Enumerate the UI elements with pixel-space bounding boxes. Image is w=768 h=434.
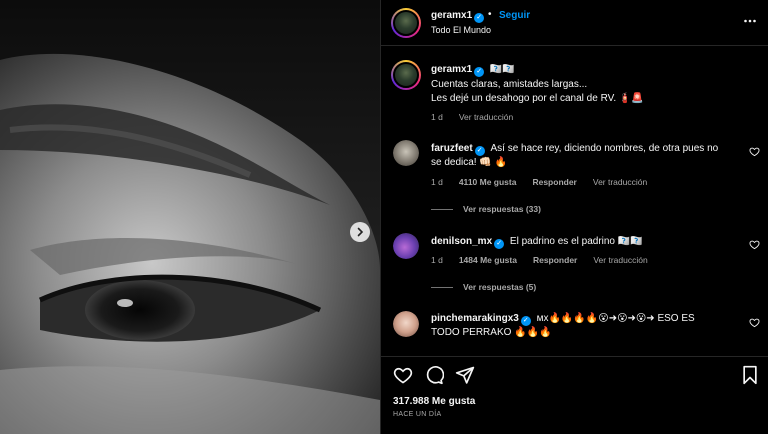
translate-link[interactable]: Ver traducción	[593, 177, 647, 187]
comment-pinchemarakingx3: pinchemarakingx3 ✓ ᴍx🔥🔥🔥🔥😮➜😮➜😮➜ ESO ES	[431, 312, 743, 326]
comment-avatar-faruzfeet[interactable]	[393, 140, 419, 166]
comment-icon[interactable]	[424, 365, 444, 385]
comment-text-continued: TODO PERRAKO 🔥🔥🔥	[431, 327, 552, 338]
comment-text: ᴍx🔥🔥🔥🔥😮➜😮➜😮➜ ESO ES	[536, 313, 695, 324]
comment-username[interactable]: faruzfeet	[431, 143, 473, 154]
verified-badge-icon: ✓	[474, 67, 485, 77]
verified-badge-icon: ✓	[494, 239, 505, 249]
bookmark-icon[interactable]	[741, 365, 759, 385]
post-location[interactable]: Todo El Mundo	[431, 25, 491, 35]
post-header: geramx1 ✓ • Seguir Todo El Mundo	[381, 0, 768, 46]
comment-faruzfeet: faruzfeet ✓ Así se hace rey, diciendo nom…	[431, 142, 741, 156]
view-replies-label[interactable]: Ver respuestas (33)	[463, 204, 541, 214]
comment-time[interactable]: 1 d	[431, 177, 443, 187]
heart-icon[interactable]	[749, 317, 760, 328]
more-horizontal-icon	[744, 19, 756, 23]
heart-icon[interactable]	[749, 146, 760, 157]
chevron-right-icon	[357, 227, 364, 237]
caption-author-text[interactable]: geramx1	[431, 64, 472, 75]
comment-likes[interactable]: 1484 Me gusta	[459, 255, 517, 265]
view-replies-label[interactable]: Ver respuestas (5)	[463, 282, 536, 292]
post-timestamp[interactable]: HACE UN DÍA	[393, 411, 441, 418]
verified-badge-icon: ✓	[474, 146, 485, 156]
comment-username[interactable]: pinchemarakingx3	[431, 313, 519, 324]
caption-author-avatar[interactable]	[391, 60, 421, 90]
caption-line-2: Les dejé un desahogo por el canal de RV.…	[431, 93, 644, 104]
comment-likes[interactable]: 4110 Me gusta	[459, 177, 517, 187]
view-replies-button[interactable]: Ver respuestas (5)	[431, 282, 536, 292]
reply-button[interactable]: Responder	[532, 177, 576, 187]
caption-translate-link[interactable]: Ver traducción	[459, 112, 513, 122]
comment-time[interactable]: 1 d	[431, 255, 443, 265]
comment-avatar-denilson[interactable]	[393, 233, 419, 259]
comment-meta: 1 d 4110 Me gusta Responder Ver traducci…	[431, 177, 647, 187]
likes-count[interactable]: 317.988 Me gusta	[393, 396, 475, 407]
comment-username[interactable]: denilson_mx	[431, 236, 492, 247]
caption-time[interactable]: 1 d	[431, 112, 443, 122]
post-media[interactable]	[0, 0, 380, 434]
comment-text: El padrino es el padrino 🇦🇦🇦🇦	[509, 236, 643, 247]
heart-icon[interactable]	[749, 239, 760, 250]
next-media-button[interactable]	[350, 222, 370, 242]
caption-emoji: 🇦🇦🇦🇦	[489, 64, 515, 75]
separator-dot: •	[488, 9, 492, 20]
reply-button[interactable]: Responder	[533, 255, 577, 265]
author-avatar[interactable]	[391, 8, 421, 38]
view-replies-button[interactable]: Ver respuestas (33)	[431, 204, 541, 214]
verified-badge-icon: ✓	[520, 316, 531, 326]
author-username[interactable]: geramx1 ✓	[431, 10, 485, 23]
comment-text: Así se hace rey, diciendo nombres, de ot…	[490, 143, 719, 154]
follow-label[interactable]: Seguir	[499, 10, 530, 21]
comment-avatar-pinchemarakingx3[interactable]	[393, 311, 419, 337]
comment-text-continued: se dedica! 👊🏻 🔥	[431, 157, 508, 168]
share-icon[interactable]	[455, 365, 475, 385]
heart-icon[interactable]	[393, 365, 413, 385]
replies-divider	[431, 286, 453, 288]
translate-link[interactable]: Ver traducción	[593, 255, 647, 265]
instagram-post-view: geramx1 ✓ • Seguir Todo El Mundo geramx1 ✓…	[0, 0, 768, 434]
comment-denilson: denilson_mx ✓ El padrino es el padrino 🇦🇦…	[431, 235, 643, 249]
post-actions-bar: 317.988 Me gusta HACE UN DÍA	[381, 356, 768, 434]
comment-meta: 1 d 1484 Me gusta Responder Ver traducci…	[431, 255, 648, 265]
caption-author[interactable]: geramx1 ✓ 🇦🇦🇦🇦	[431, 64, 515, 77]
follow-button[interactable]: Seguir	[499, 10, 530, 21]
more-options-button[interactable]	[743, 14, 757, 28]
caption-meta: 1 d Ver traducción	[431, 112, 513, 122]
author-username-text[interactable]: geramx1	[431, 10, 472, 21]
verified-badge-icon: ✓	[474, 13, 485, 23]
caption-line-1: Cuentas claras, amistades largas...	[431, 79, 588, 90]
post-side-panel: geramx1 ✓ • Seguir Todo El Mundo geramx1 ✓…	[380, 0, 768, 434]
post-photo-eye-closeup	[0, 0, 380, 434]
replies-divider	[431, 208, 453, 210]
